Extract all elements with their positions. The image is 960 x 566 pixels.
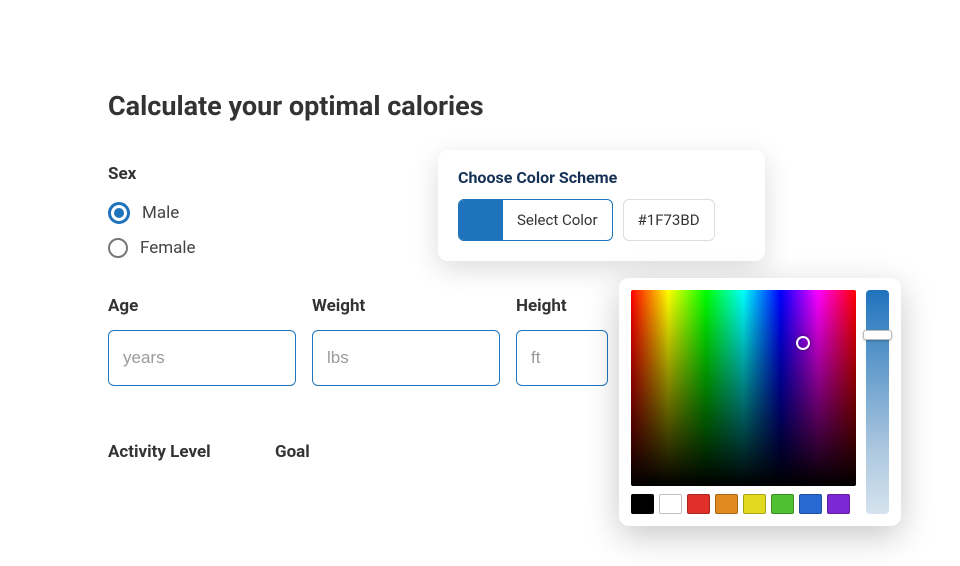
- select-color-label: Select Color: [503, 211, 612, 229]
- color-picker-popover: [619, 278, 901, 526]
- preset-row: [631, 494, 856, 514]
- age-label: Age: [108, 296, 296, 316]
- weight-input[interactable]: [312, 330, 500, 386]
- radio-icon: [108, 202, 130, 224]
- radio-label: Female: [140, 238, 196, 258]
- sv-cursor-icon: [796, 336, 810, 350]
- preset-white[interactable]: [659, 494, 682, 514]
- preset-orange[interactable]: [715, 494, 738, 514]
- height-label: Height: [516, 296, 608, 316]
- slider-thumb-icon: [863, 330, 892, 340]
- height-ft-input[interactable]: [516, 330, 608, 386]
- preset-purple[interactable]: [827, 494, 850, 514]
- age-field-group: Age: [108, 296, 296, 386]
- goal-label: Goal: [275, 442, 310, 462]
- preset-yellow[interactable]: [743, 494, 766, 514]
- color-swatch-icon: [459, 200, 503, 240]
- radio-label: Male: [142, 203, 179, 223]
- activity-level-label: Activity Level: [108, 442, 275, 462]
- page-title: Calculate your optimal calories: [108, 90, 960, 122]
- lightness-slider[interactable]: [866, 290, 889, 514]
- height-field-group: Height: [516, 296, 608, 386]
- color-scheme-card: Choose Color Scheme Select Color #1F73BD: [438, 150, 765, 261]
- preset-blue[interactable]: [799, 494, 822, 514]
- select-color-button[interactable]: Select Color: [458, 199, 613, 241]
- preset-green[interactable]: [771, 494, 794, 514]
- preset-red[interactable]: [687, 494, 710, 514]
- saturation-value-area[interactable]: [631, 290, 856, 486]
- weight-field-group: Weight: [312, 296, 500, 386]
- radio-icon: [108, 238, 128, 258]
- weight-label: Weight: [312, 296, 500, 316]
- color-scheme-title: Choose Color Scheme: [458, 168, 745, 187]
- age-input[interactable]: [108, 330, 296, 386]
- preset-black[interactable]: [631, 494, 654, 514]
- color-hex-display[interactable]: #1F73BD: [623, 199, 715, 241]
